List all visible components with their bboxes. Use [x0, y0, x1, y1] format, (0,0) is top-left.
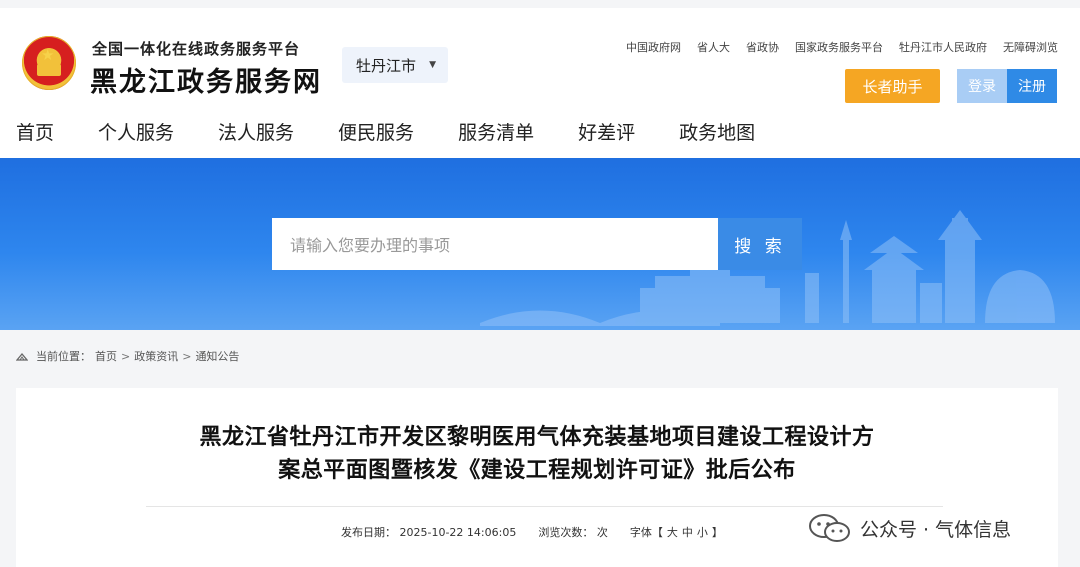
- font-medium-button[interactable]: 中: [682, 524, 693, 540]
- platform-subtitle: 全国一体化在线政务服务平台: [92, 40, 301, 58]
- article-title-line-1: 黑龙江省牡丹江市开发区黎明医用气体充装基地项目建设工程设计方: [199, 425, 875, 450]
- nav-corporate-services[interactable]: 法人服务: [218, 118, 294, 158]
- national-emblem-icon: ★: [22, 36, 76, 90]
- publish-date-label: 发布日期：: [341, 526, 396, 539]
- breadcrumb-home[interactable]: 首页: [95, 348, 117, 364]
- article-meta: 发布日期： 2025-10-22 14:06:05 浏览次数： 次 字体【 大 …: [341, 524, 723, 540]
- link-national-platform[interactable]: 国家政务服务平台: [795, 39, 883, 55]
- breadcrumb-notices[interactable]: 通知公告: [195, 348, 239, 364]
- link-gov-cn[interactable]: 中国政府网: [626, 39, 681, 55]
- nav-service-list[interactable]: 服务清单: [458, 118, 534, 158]
- top-strip: [0, 0, 1080, 8]
- location-icon: [16, 352, 28, 361]
- top-links: 中国政府网 省人大 省政协 国家政务服务平台 牡丹江市人民政府 无障碍浏览: [626, 39, 1058, 55]
- breadcrumb-separator: >: [182, 349, 192, 363]
- elder-assistant-button[interactable]: 长者助手: [845, 69, 940, 103]
- title-divider: [146, 506, 943, 507]
- view-count-label: 浏览次数：: [538, 526, 594, 539]
- login-button[interactable]: 登录: [957, 69, 1007, 103]
- nav-evaluation[interactable]: 好差评: [578, 118, 635, 158]
- link-provincial-congress[interactable]: 省人大: [697, 39, 730, 55]
- search-input[interactable]: 请输入您要办理的事项: [272, 218, 718, 270]
- wechat-icon: [809, 514, 850, 542]
- breadcrumb-separator: >: [121, 349, 131, 363]
- link-provincial-cppcc[interactable]: 省政协: [746, 39, 779, 55]
- register-button[interactable]: 注册: [1007, 69, 1057, 103]
- main-nav: 首页 个人服务 法人服务 便民服务 服务清单 好差评 政务地图: [0, 118, 1080, 158]
- nav-home[interactable]: 首页: [16, 118, 54, 158]
- article-title-line-2: 案总平面图暨核发《建设工程规划许可证》批后公布: [278, 458, 796, 483]
- site-title[interactable]: 黑龙江政务服务网: [90, 60, 322, 99]
- font-size-label: 字体【: [629, 526, 663, 539]
- nav-convenience-services[interactable]: 便民服务: [338, 118, 414, 158]
- breadcrumb: 当前位置： 首页 > 政策资讯 > 通知公告: [16, 348, 239, 364]
- font-size-control: 字体【 大 中 小 】: [630, 524, 723, 540]
- font-small-button[interactable]: 小: [697, 524, 708, 540]
- city-selector-label: 牡丹江市: [356, 56, 417, 75]
- wechat-watermark: 公众号 · 气体信息: [808, 513, 1011, 543]
- caret-down-icon: ▼: [429, 60, 436, 70]
- nav-personal-services[interactable]: 个人服务: [98, 118, 174, 158]
- search-button[interactable]: 搜 索: [718, 218, 802, 270]
- city-selector[interactable]: 牡丹江市 ▼: [342, 47, 448, 83]
- font-size-bracket-end: 】: [711, 526, 723, 539]
- breadcrumb-policy-news[interactable]: 政策资讯: [134, 348, 178, 364]
- header: ★ 全国一体化在线政务服务平台 黑龙江政务服务网 牡丹江市 ▼ 中国政府网 省人…: [0, 0, 1080, 118]
- watermark-text: 公众号 · 气体信息: [860, 518, 1012, 541]
- nav-service-map[interactable]: 政务地图: [679, 118, 755, 158]
- view-count-unit: 次: [596, 526, 608, 539]
- font-large-button[interactable]: 大: [667, 524, 678, 540]
- breadcrumb-label: 当前位置：: [36, 350, 91, 363]
- publish-date: 2025-10-22 14:06:05: [399, 526, 517, 539]
- link-accessibility[interactable]: 无障碍浏览: [1003, 39, 1058, 55]
- article-title: 黑龙江省牡丹江市开发区黎明医用气体充装基地项目建设工程设计方 案总平面图暨核发《…: [146, 421, 928, 487]
- link-city-government[interactable]: 牡丹江市人民政府: [899, 39, 987, 55]
